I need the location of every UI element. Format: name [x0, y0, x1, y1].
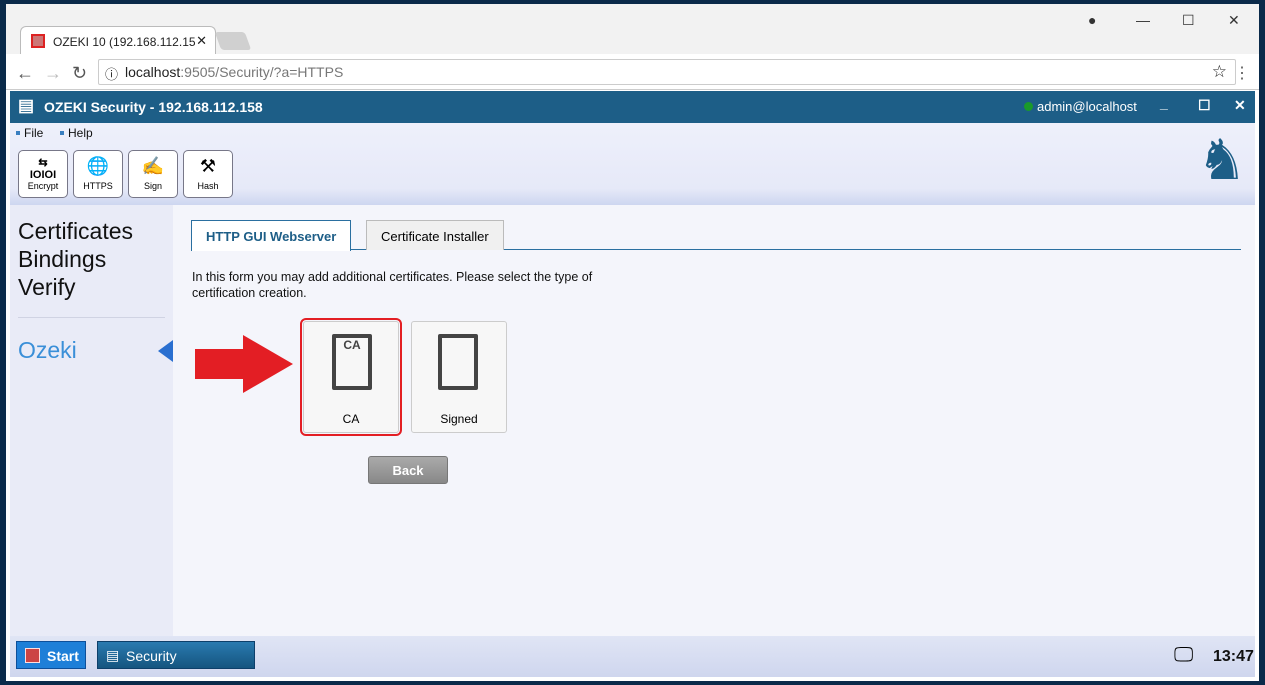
back-arrow-icon[interactable]: ←: [16, 63, 34, 84]
red-arrow-icon: [243, 335, 293, 393]
sidebar-item-verify[interactable]: Verify: [18, 273, 173, 301]
signed-certificate-icon: [438, 334, 478, 390]
browser-tab[interactable]: OZEKI 10 (192.168.112.15 ✕: [20, 26, 216, 54]
sidebar-item-certificates[interactable]: Certificates: [18, 217, 173, 245]
toolbar-label: Sign: [143, 181, 162, 191]
tab-strip: OZEKI 10 (192.168.112.15 ✕ ● — ☐ ✕: [6, 4, 1259, 54]
signed-tile-button[interactable]: Signed: [411, 321, 507, 433]
close-tab-icon[interactable]: ✕: [196, 33, 207, 49]
reload-icon[interactable]: ↻: [72, 63, 87, 84]
sidebar-item-ozeki[interactable]: Ozeki: [18, 336, 173, 364]
start-button[interactable]: Start: [16, 641, 86, 669]
info-icon: ⓘ: [105, 67, 119, 82]
ca-tile-button[interactable]: CA CA: [300, 318, 402, 436]
taskbar-security-button[interactable]: ▤ Security: [97, 641, 255, 669]
tile-label: Signed: [440, 412, 478, 426]
globe-lock-icon: 🌐: [86, 156, 110, 176]
url-input[interactable]: ⓘ localhost:9505/Security/?a=HTTPS ☆: [98, 59, 1236, 85]
app-title: OZEKI Security - 192.168.112.158: [44, 99, 263, 115]
red-arrow-shaft: [195, 349, 243, 379]
monitor-icon[interactable]: 🖵: [1174, 644, 1193, 667]
toolbar-label: HTTPS: [83, 181, 113, 191]
tab-bar: HTTP GUI Webserver Certificate Installer: [191, 220, 1241, 251]
app-close-icon[interactable]: ✕: [1234, 97, 1246, 114]
user-label: admin@localhost: [1037, 99, 1137, 114]
toolbar-encrypt-button[interactable]: ⇆ IOIOI Encrypt: [18, 150, 68, 198]
menu-toolbar: File Help ⇆ IOIOI Encrypt 🌐 HTTPS ✍ Sign ⚒ Ha…: [10, 123, 1255, 205]
toolbar-sign-button[interactable]: ✍ Sign: [128, 150, 178, 198]
tab-certificate-installer[interactable]: Certificate Installer: [366, 220, 504, 250]
url-host: localhost: [125, 64, 181, 80]
sign-icon: ✍: [141, 156, 165, 176]
app-minimize-icon[interactable]: _: [1160, 95, 1168, 111]
start-label: Start: [47, 648, 79, 664]
tile-label: CA: [342, 412, 360, 426]
minimize-icon[interactable]: —: [1136, 12, 1150, 28]
bookmark-star-icon[interactable]: ☆: [1212, 62, 1227, 82]
clock: 13:47: [1213, 648, 1254, 665]
taskbar-app-label: Security: [126, 648, 177, 664]
sidebar: Certificates Bindings Verify Ozeki: [10, 205, 173, 636]
start-icon: [25, 648, 40, 663]
browser-window: OZEKI 10 (192.168.112.15 ✕ ● — ☐ ✕ ← → ↻ …: [6, 4, 1259, 681]
toolbar-label: Encrypt: [27, 181, 59, 191]
maximize-icon[interactable]: ☐: [1182, 12, 1195, 29]
toolbar-https-button[interactable]: 🌐 HTTPS: [73, 150, 123, 198]
main-panel: HTTP GUI Webserver Certificate Installer…: [173, 205, 1255, 636]
collapse-arrow-icon[interactable]: [158, 340, 173, 362]
certificate-app-icon: ▤: [106, 647, 120, 663]
ozeki-statue-logo: ♞: [1196, 128, 1247, 191]
ca-badge: CA: [343, 338, 361, 352]
tab-http-gui-webserver[interactable]: HTTP GUI Webserver: [191, 220, 352, 251]
taskbar: Start ▤ Security 🖵 13:47: [10, 636, 1255, 677]
intro-text: In this form you may add additional cert…: [192, 270, 593, 300]
forward-arrow-icon[interactable]: →: [44, 63, 62, 84]
tab-title: OZEKI 10 (192.168.112.15: [53, 35, 196, 49]
close-window-icon[interactable]: ✕: [1228, 12, 1240, 29]
encrypt-icon: ⇆ IOIOI: [29, 157, 57, 181]
url-path: :9505/Security/?a=HTTPS: [180, 64, 344, 80]
menu-help[interactable]: Help: [60, 126, 93, 140]
new-tab-button[interactable]: [214, 32, 252, 50]
menu-file[interactable]: File: [16, 126, 43, 140]
hammer-icon: ⚒: [199, 156, 217, 176]
back-button[interactable]: Back: [368, 456, 448, 484]
online-status-dot: [1024, 102, 1033, 111]
sidebar-divider: [18, 317, 165, 318]
certificate-app-icon: ▤: [18, 96, 35, 115]
app-titlebar: ▤ OZEKI Security - 192.168.112.158 admin…: [10, 91, 1255, 123]
app-maximize-icon[interactable]: ☐: [1198, 97, 1211, 114]
ozeki-favicon: [31, 34, 45, 48]
toolbar-hash-button[interactable]: ⚒ Hash: [183, 150, 233, 198]
profile-icon[interactable]: ●: [1088, 12, 1096, 28]
address-bar-row: ← → ↻ ⓘ localhost:9505/Security/?a=HTTPS ☆…: [6, 54, 1259, 90]
sidebar-item-bindings[interactable]: Bindings: [18, 245, 173, 273]
ca-certificate-icon: CA: [332, 334, 372, 390]
menu-dots-icon[interactable]: ⋮: [1234, 63, 1250, 83]
toolbar-label: Hash: [197, 181, 219, 191]
